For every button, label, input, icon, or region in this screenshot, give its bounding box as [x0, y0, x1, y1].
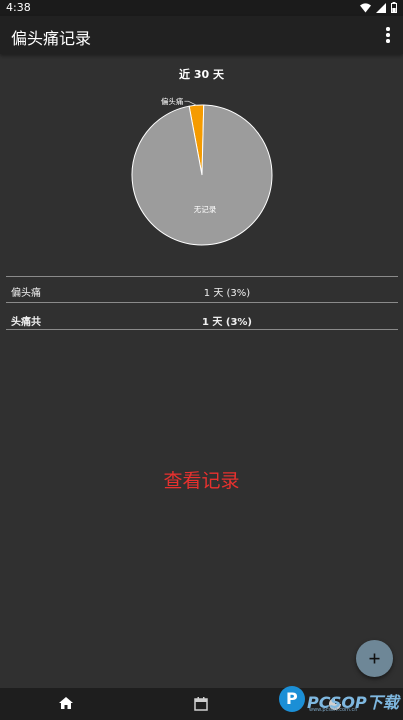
battery-icon: [391, 2, 397, 13]
wifi-icon: [360, 2, 371, 12]
nav-calendar[interactable]: [172, 688, 232, 720]
app-bar: 偏头痛记录: [0, 16, 403, 54]
pie-leader-line: [184, 100, 197, 106]
watermark: P PCSOP下载 www.pcsoft.com.cn: [279, 684, 403, 718]
status-bar: 4:38: [0, 0, 403, 16]
signal-icon: [376, 2, 386, 13]
pie-label-1: 无记录: [194, 205, 217, 214]
nav-home[interactable]: [37, 688, 97, 720]
summary-row-value: 1 天 (3%): [203, 288, 251, 299]
watermark-subtext: www.pcsoft.com.cn: [309, 707, 358, 713]
app-title: 偏头痛记录: [11, 29, 92, 48]
summary-row-value: 1 天 (3%): [201, 317, 253, 328]
add-record-button[interactable]: [356, 640, 393, 677]
watermark-logo: P: [279, 686, 305, 712]
summary-table: 偏头痛 1 天 (3%) 头痛共 1 天 (3%): [6, 276, 398, 330]
summary-row-migraine: 偏头痛 1 天 (3%): [6, 276, 398, 302]
home-icon: [59, 697, 73, 709]
pie-chart: 偏头痛无记录: [131, 96, 273, 246]
status-time: 4:38: [6, 1, 31, 14]
chart-title: 近 30 天: [179, 68, 224, 81]
plus-icon: [369, 653, 380, 664]
view-records-link[interactable]: 查看记录: [0, 466, 403, 493]
pie-label-0: 偏头痛: [161, 96, 184, 106]
overflow-menu-icon[interactable]: [381, 27, 395, 43]
status-icons: [360, 2, 397, 13]
summary-row-total: 头痛共 1 天 (3%): [6, 302, 398, 330]
calendar-icon: [194, 697, 208, 711]
